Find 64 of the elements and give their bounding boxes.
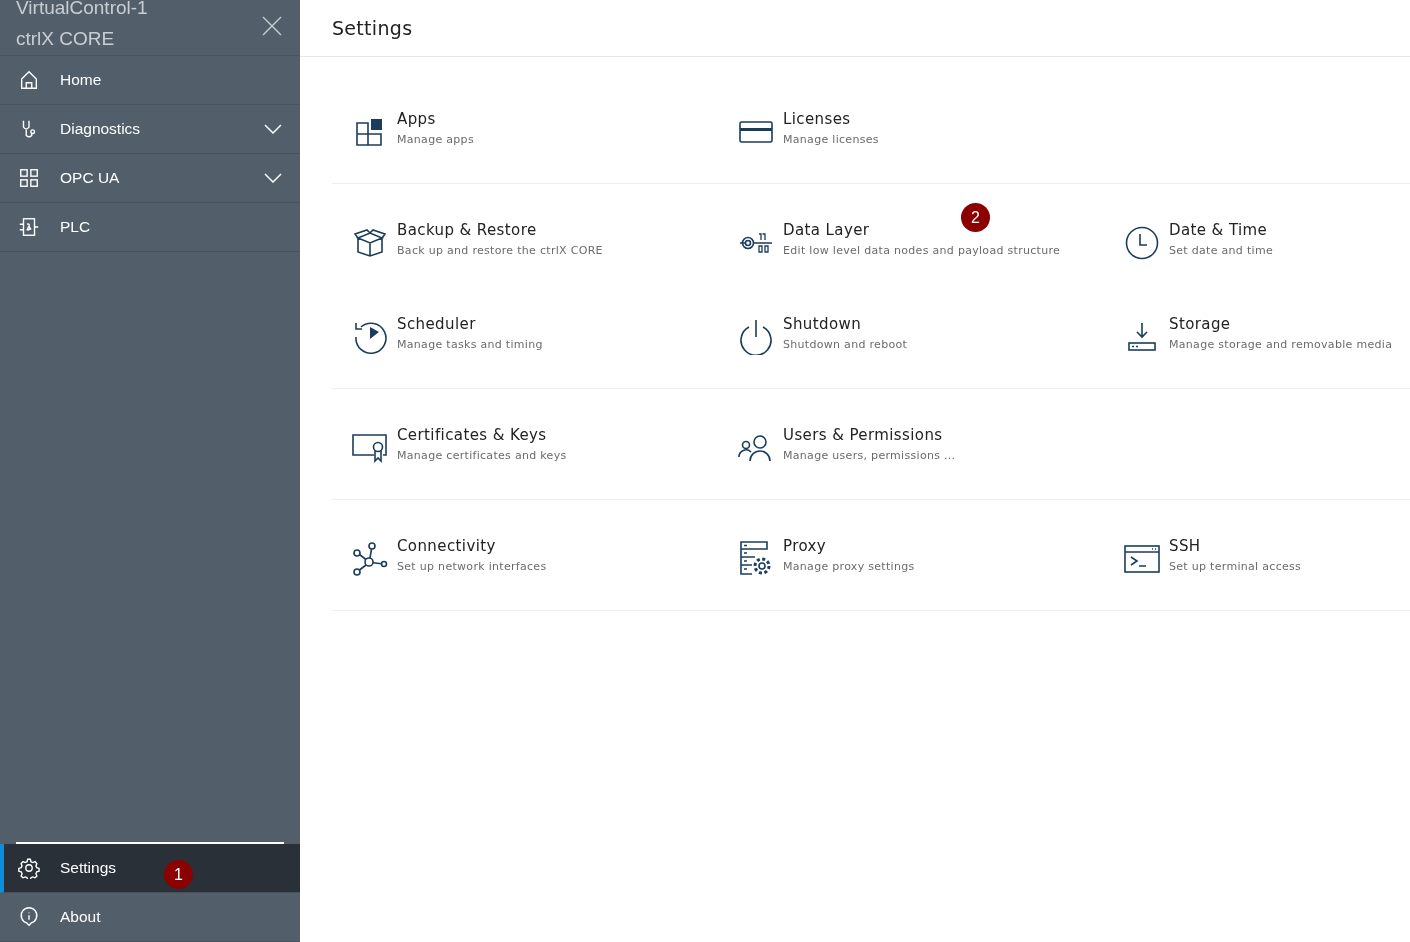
chevron-down-icon bbox=[264, 173, 282, 183]
server-gear-icon bbox=[740, 541, 772, 577]
download-icon bbox=[1127, 322, 1157, 352]
tile-title[interactable]: Proxy bbox=[783, 537, 827, 555]
terminal-icon bbox=[1124, 544, 1160, 574]
tile-subtitle[interactable]: Set up terminal access bbox=[1169, 560, 1302, 573]
nav-item[interactable]: About bbox=[0, 893, 300, 942]
tile-subtitle[interactable]: Manage apps bbox=[397, 133, 474, 146]
nav-item[interactable]: PLC bbox=[0, 203, 300, 252]
grid-icon bbox=[18, 167, 40, 189]
settings-icon bbox=[18, 857, 40, 879]
nav-label: OPC UA bbox=[60, 169, 120, 187]
box-icon bbox=[354, 228, 386, 258]
network-icon bbox=[352, 541, 388, 577]
nav-item[interactable]: OPC UA bbox=[0, 154, 300, 203]
nav-item[interactable]: Diagnostics bbox=[0, 105, 300, 154]
tile-subtitle[interactable]: Set date and time bbox=[1169, 244, 1273, 257]
tile-title[interactable]: Storage bbox=[1169, 315, 1231, 333]
tile-title[interactable]: Data Layer bbox=[783, 221, 870, 239]
product-name: ctrlX CORE bbox=[16, 28, 116, 50]
tile-subtitle[interactable]: Edit low level data nodes and payload structure bbox=[783, 244, 1061, 257]
chevron-down-icon bbox=[264, 124, 282, 134]
page-title: Settings bbox=[332, 17, 413, 39]
tile-title[interactable]: Certificates & Keys bbox=[397, 426, 547, 444]
tile-title[interactable]: Shutdown bbox=[783, 315, 862, 333]
tile-title[interactable]: Licenses bbox=[783, 110, 851, 128]
tile-title[interactable]: Users & Permissions bbox=[783, 426, 943, 444]
tile-title[interactable]: Scheduler bbox=[397, 315, 476, 333]
clock-icon bbox=[1125, 226, 1159, 260]
nav-item[interactable]: Home bbox=[0, 56, 300, 105]
users-icon bbox=[738, 433, 774, 463]
data-layer-icon bbox=[739, 231, 773, 255]
tile-subtitle[interactable]: Manage storage and removable media bbox=[1169, 338, 1393, 351]
tile-title[interactable]: Date & Time bbox=[1169, 221, 1268, 239]
certificate-icon bbox=[352, 433, 388, 463]
nav-label: Settings bbox=[60, 859, 116, 877]
tile-title[interactable]: SSH bbox=[1169, 537, 1201, 555]
tile-subtitle[interactable]: Back up and restore the ctrlX CORE bbox=[397, 244, 603, 257]
nav-label: Diagnostics bbox=[60, 120, 141, 138]
tile-title[interactable]: Apps bbox=[397, 110, 436, 128]
logic-gate-icon bbox=[18, 216, 40, 238]
tile-title[interactable]: Connectivity bbox=[397, 537, 496, 555]
step-badge: 2 bbox=[961, 203, 990, 232]
tile-subtitle[interactable]: Set up network interfaces bbox=[397, 560, 547, 573]
device-name: VirtualControl-1 bbox=[16, 0, 148, 18]
apps-icon bbox=[355, 117, 385, 147]
tile-subtitle[interactable]: Manage proxy settings bbox=[783, 560, 915, 573]
card-icon bbox=[739, 119, 773, 145]
nav-label: About bbox=[60, 908, 101, 926]
tile-subtitle[interactable]: Manage certificates and keys bbox=[397, 449, 567, 462]
tile-subtitle[interactable]: Manage licenses bbox=[783, 133, 879, 146]
nav-label: Home bbox=[60, 71, 102, 89]
step-badge: 1 bbox=[164, 860, 193, 889]
close-button[interactable] bbox=[262, 16, 282, 36]
tile-subtitle[interactable]: Shutdown and reboot bbox=[783, 338, 908, 351]
nav-label: PLC bbox=[60, 218, 91, 236]
tile-title[interactable]: Backup & Restore bbox=[397, 221, 537, 239]
tile-subtitle[interactable]: Manage tasks and timing bbox=[397, 338, 543, 351]
nav-item[interactable]: Settings 1 bbox=[0, 844, 300, 893]
scheduler-icon bbox=[352, 319, 388, 355]
power-icon bbox=[739, 319, 773, 355]
home-icon bbox=[18, 69, 40, 91]
tile-subtitle[interactable]: Manage users, permissions ... bbox=[783, 449, 956, 462]
info-icon bbox=[18, 906, 40, 928]
